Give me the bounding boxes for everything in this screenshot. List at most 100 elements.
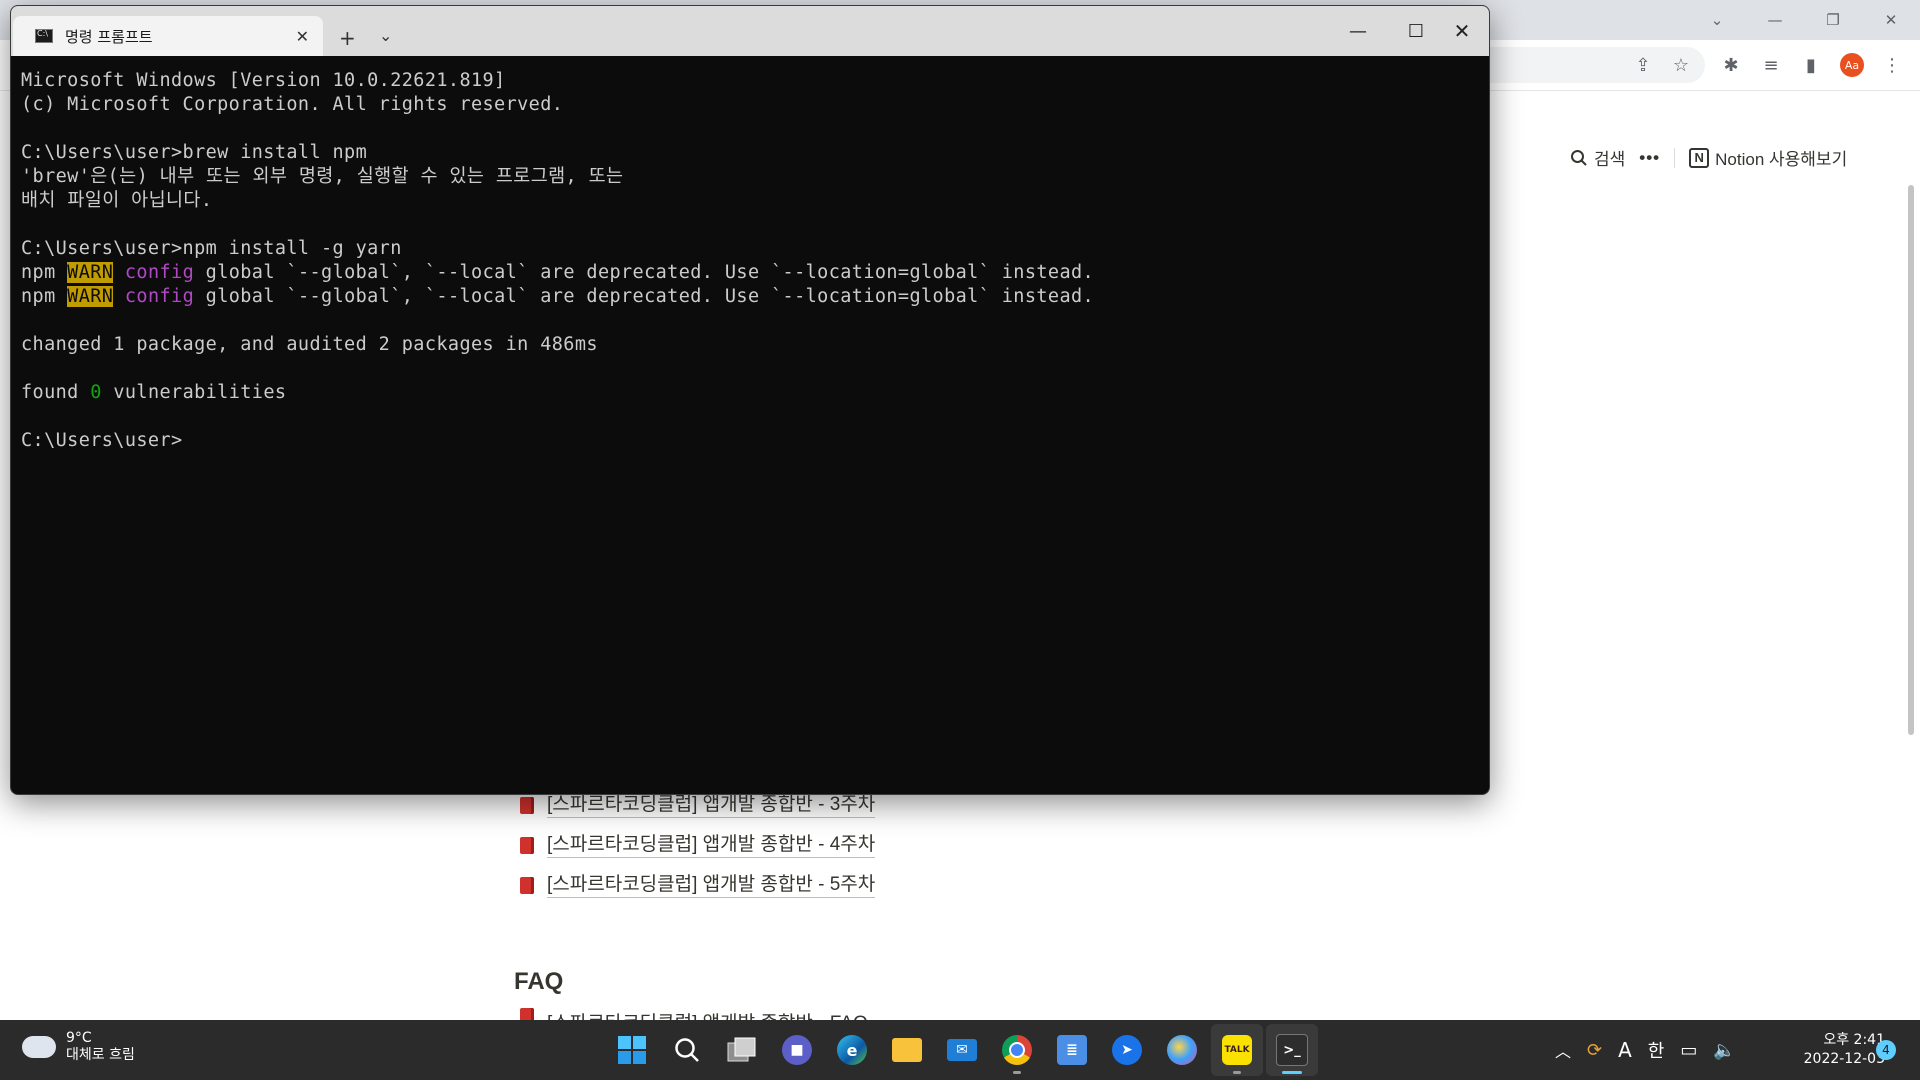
cmd-icon: C:\ xyxy=(35,29,53,43)
extensions-icon[interactable]: ✱ xyxy=(1718,52,1744,78)
page-link[interactable]: [스파르타코딩클럽] 앱개발 종합반 - 4주차 xyxy=(547,833,876,858)
chrome-icon xyxy=(1002,1035,1032,1065)
notepad-button[interactable]: ≣ xyxy=(1046,1024,1098,1076)
notification-badge[interactable]: 4 xyxy=(1876,1040,1896,1060)
notion-topbar: 검색 ••• N Notion 사용해보기 xyxy=(1570,145,1847,170)
browser-close-button[interactable]: ✕ xyxy=(1862,0,1920,40)
clock-date: 2022-12-03 xyxy=(1803,1051,1885,1067)
pinned-app-button[interactable]: ➤ xyxy=(1101,1024,1153,1076)
tab-dropdown-button[interactable]: ⌄ xyxy=(379,26,392,45)
page-link[interactable]: [스파르타코딩클럽] 앱개발 종합반 - 5주차 xyxy=(547,873,876,898)
terminal-output[interactable]: Microsoft Windows [Version 10.0.22621.81… xyxy=(21,69,1094,453)
ime-mode-indicator[interactable]: A xyxy=(1618,1038,1632,1062)
terminal-close-button[interactable]: ✕ xyxy=(1433,6,1489,56)
chrome-menu-icon[interactable]: ⋮ xyxy=(1879,52,1905,78)
weather-widget[interactable]: 9°C 대체로 흐림 xyxy=(22,1028,135,1064)
kakaotalk-button[interactable]: TALK xyxy=(1211,1024,1263,1076)
list-item[interactable]: [스파르타코딩클럽] 앱개발 종합반 - 4주차 xyxy=(520,825,876,865)
search-icon xyxy=(675,1038,699,1062)
prompt[interactable]: C:\Users\user> xyxy=(21,430,183,451)
vuln-count: 0 xyxy=(90,382,102,403)
terminal-window[interactable]: C:\ 명령 프롬프트 ✕ + ⌄ — ☐ ✕ Microsoft Window… xyxy=(10,5,1490,795)
chevron-up-icon[interactable]: ︿ xyxy=(1555,1038,1571,1062)
warn-message: global `--global`, `--local` are depreca… xyxy=(205,286,1095,307)
faq-heading: FAQ xyxy=(514,968,564,995)
try-notion-button[interactable]: N Notion 사용해보기 xyxy=(1689,145,1847,170)
browser-restore-button[interactable]: ❐ xyxy=(1804,0,1862,40)
taskbar-apps: ■ e ✉ ≣ ➤ TALK >_ xyxy=(606,1024,1318,1076)
search-icon xyxy=(1571,149,1587,166)
book-icon xyxy=(520,836,534,854)
more-options-button[interactable]: ••• xyxy=(1639,148,1660,168)
kakaotalk-icon: TALK xyxy=(1222,1035,1252,1065)
task-view-button[interactable] xyxy=(716,1024,768,1076)
teams-chat-button[interactable]: ■ xyxy=(771,1024,823,1076)
terminal-icon: >_ xyxy=(1276,1034,1308,1066)
config-label: config xyxy=(124,286,195,307)
error-line: 'brew'은(는) 내부 또는 외부 명령, 실행할 수 있는 프로그램, 또… xyxy=(21,166,624,187)
notepad-icon: ≣ xyxy=(1057,1035,1087,1065)
output-line: Microsoft Windows [Version 10.0.22621.81… xyxy=(21,70,506,91)
clock-time: 오후 2:41 xyxy=(1823,1032,1885,1048)
profile-avatar[interactable]: Aa xyxy=(1840,53,1864,77)
notion-link-list: [스파르타코딩클럽] 앱개발 종합반 - 3주차 [스파르타코딩클럽] 앱개발 … xyxy=(520,785,876,905)
clock[interactable]: 오후 2:41 2022-12-03 xyxy=(1785,1031,1885,1069)
start-button[interactable] xyxy=(606,1024,658,1076)
terminal-tab[interactable]: C:\ 명령 프롬프트 ✕ xyxy=(13,16,323,56)
config-label: config xyxy=(124,262,195,283)
chrome-button[interactable] xyxy=(991,1024,1043,1076)
npm-label: npm xyxy=(21,262,56,283)
volume-icon[interactable]: 🔈 xyxy=(1713,1040,1735,1061)
running-indicator xyxy=(1013,1071,1021,1074)
warn-badge: WARN xyxy=(67,262,114,283)
page-link[interactable]: [스파르타코딩클럽] 앱개발 종합반 - 3주차 xyxy=(547,793,876,818)
list-item[interactable]: [스파르타코딩클럽] 앱개발 종합반 - 5주차 xyxy=(520,865,876,905)
windows-logo-icon xyxy=(618,1036,646,1064)
browser-minimize-button[interactable]: — xyxy=(1746,0,1804,40)
terminal-minimize-button[interactable]: — xyxy=(1329,6,1387,56)
temperature: 9°C xyxy=(66,1030,92,1046)
share-icon[interactable]: ⇪ xyxy=(1630,52,1656,78)
output-line: (c) Microsoft Corporation. All rights re… xyxy=(21,94,564,115)
browser-window-controls: ⌄ — ❐ ✕ xyxy=(1688,0,1920,40)
tab-close-icon[interactable]: ✕ xyxy=(296,27,309,46)
mail-button[interactable]: ✉ xyxy=(936,1024,988,1076)
command-line: C:\Users\user>brew install npm xyxy=(21,142,368,163)
media-control-icon[interactable]: ≡ xyxy=(1758,52,1784,78)
notion-logo-icon: N xyxy=(1689,147,1710,168)
side-panel-icon[interactable]: ▮ xyxy=(1798,52,1824,78)
taskbar: 9°C 대체로 흐림 ■ e ✉ ≣ ➤ TALK >_ ︿ ⟳ A 한 ▭ 🔈… xyxy=(0,1020,1920,1080)
palette-icon xyxy=(1167,1035,1197,1065)
network-icon[interactable]: ▭ xyxy=(1680,1040,1697,1061)
try-notion-label: Notion 사용해보기 xyxy=(1715,150,1848,169)
new-tab-button[interactable]: + xyxy=(339,26,356,50)
faq-link[interactable]: [스파르타코딩클럽] 앱개발 종합반 - FAQ xyxy=(547,1008,868,1020)
mail-icon: ✉ xyxy=(947,1039,977,1061)
terminal-titlebar[interactable]: C:\ 명령 프롬프트 ✕ + ⌄ — ☐ ✕ xyxy=(11,6,1489,56)
task-view-icon xyxy=(727,1037,756,1062)
bookmark-star-icon[interactable]: ☆ xyxy=(1668,52,1694,78)
page-scrollbar[interactable] xyxy=(1908,185,1914,735)
search-button[interactable] xyxy=(661,1024,713,1076)
terminal-button[interactable]: >_ xyxy=(1266,1024,1318,1076)
running-indicator xyxy=(1233,1071,1241,1074)
divider xyxy=(1674,147,1676,168)
warn-message: global `--global`, `--local` are depreca… xyxy=(205,262,1095,283)
ime-language-indicator[interactable]: 한 xyxy=(1648,1037,1665,1063)
notion-search-button[interactable]: 검색 xyxy=(1570,145,1625,170)
found-label: found xyxy=(21,382,79,403)
edge-button[interactable]: e xyxy=(826,1024,878,1076)
folder-icon xyxy=(892,1038,922,1062)
edge-icon: e xyxy=(837,1035,867,1065)
paint-button[interactable] xyxy=(1156,1024,1208,1076)
command-line: C:\Users\user>npm install -g yarn xyxy=(21,238,402,259)
file-explorer-button[interactable] xyxy=(881,1024,933,1076)
tab-search-button[interactable]: ⌄ xyxy=(1688,0,1746,40)
sync-icon[interactable]: ⟳ xyxy=(1587,1040,1602,1061)
error-line: 배치 파일이 아닙니다. xyxy=(21,190,213,211)
output-line: changed 1 package, and audited 2 package… xyxy=(21,334,598,355)
weather-description: 대체로 흐림 xyxy=(66,1047,135,1063)
tab-title: 명령 프롬프트 xyxy=(65,27,153,46)
active-indicator xyxy=(1282,1071,1302,1074)
faq-list-item[interactable]: [스파르타코딩클럽] 앱개발 종합반 - FAQ xyxy=(520,1008,868,1020)
